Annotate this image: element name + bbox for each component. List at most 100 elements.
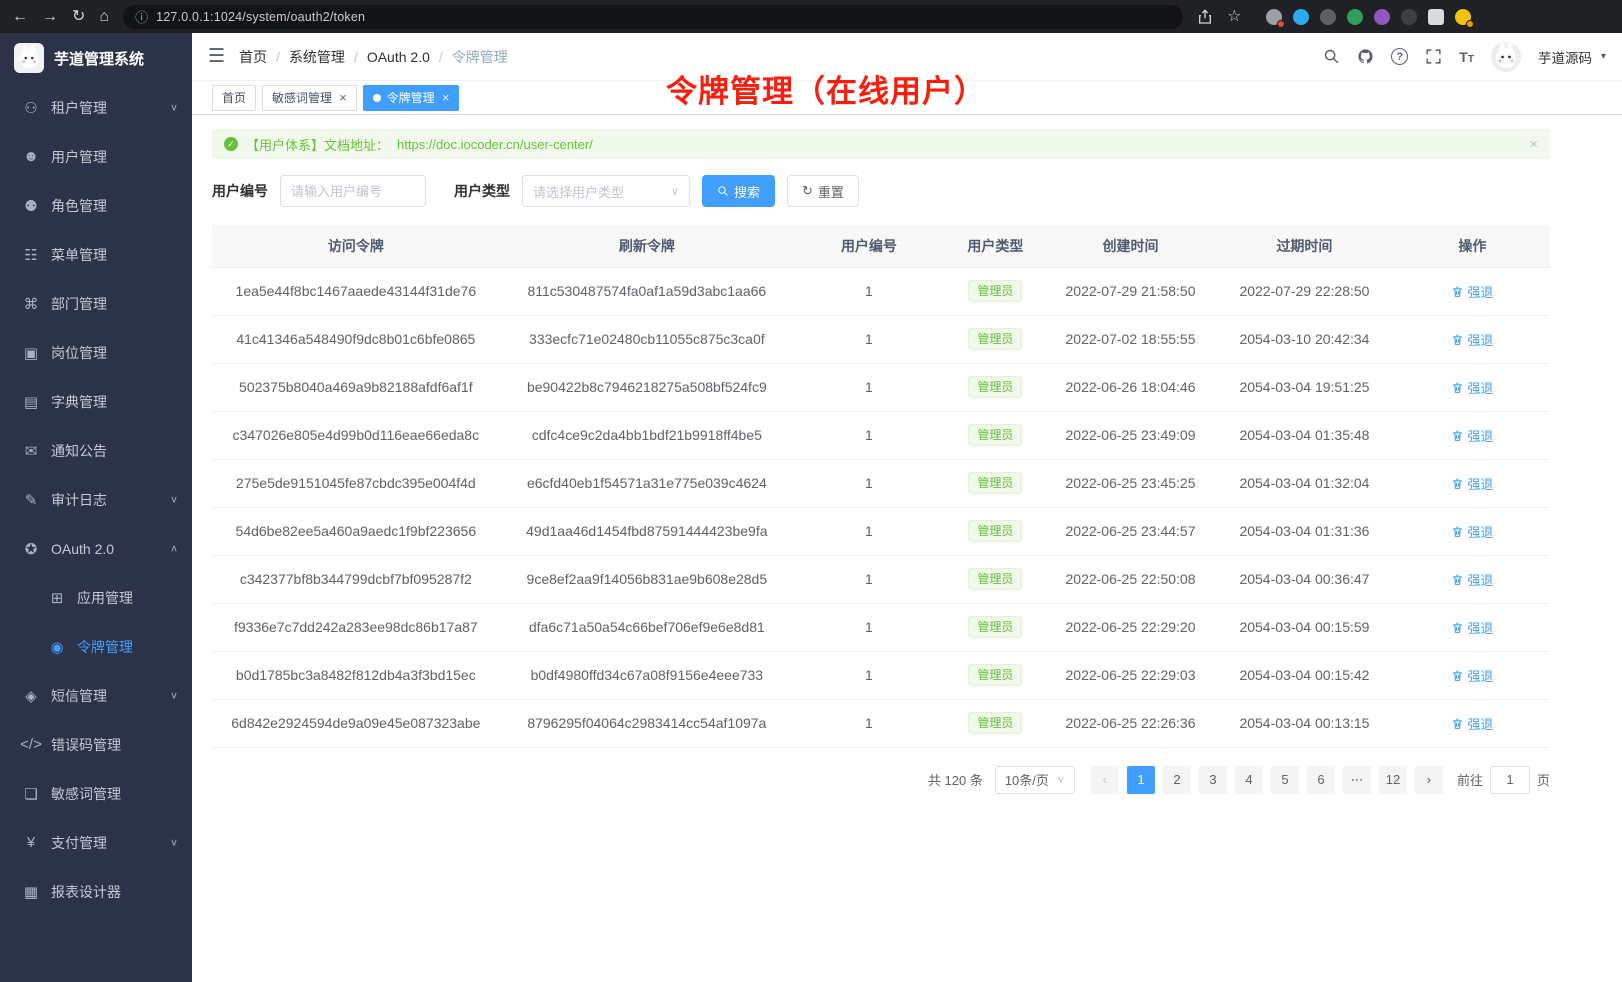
chevron-down-icon: ∨ <box>1057 773 1065 786</box>
site-info-icon[interactable]: ⓘ <box>135 7 148 26</box>
fullscreen-icon[interactable] <box>1425 48 1442 65</box>
page-button[interactable]: 2 <box>1163 766 1191 794</box>
annotation: 令牌管理（在线用户） <box>666 66 986 111</box>
user-type-badge: 管理员 <box>968 472 1022 494</box>
username[interactable]: 芋道源码 <box>1538 47 1592 67</box>
share-icon[interactable] <box>1197 9 1213 25</box>
page-button[interactable]: 5 <box>1271 766 1299 794</box>
action-cell: 强退 <box>1395 651 1550 699</box>
breadcrumb-item[interactable]: OAuth 2.0 <box>367 49 430 65</box>
search-button[interactable]: 搜索 <box>702 175 775 207</box>
goto-page-input[interactable] <box>1490 766 1530 794</box>
action-cell: 强退 <box>1395 267 1550 315</box>
page-button[interactable]: 3 <box>1199 766 1227 794</box>
avatar[interactable] <box>1491 42 1521 72</box>
forward-icon[interactable]: → <box>42 9 58 25</box>
sidebar-item-dict[interactable]: ▤字典管理 <box>0 377 192 426</box>
breadcrumb-separator: / <box>439 49 443 65</box>
sidebar-item-role[interactable]: ⚉角色管理 <box>0 181 192 230</box>
table-row: 502375b8040a469a9b82188afdf6af1fbe90422b… <box>212 363 1550 411</box>
force-logout-button[interactable]: 强退 <box>1451 282 1493 301</box>
force-logout-button[interactable]: 强退 <box>1451 330 1493 349</box>
sidebar-item-menu[interactable]: ☷菜单管理 <box>0 230 192 279</box>
extension-dark-ring-icon[interactable] <box>1320 9 1336 25</box>
sidebar-item-sensitive-word[interactable]: ❏敏感词管理 <box>0 769 192 818</box>
help-icon[interactable]: ? <box>1391 48 1408 65</box>
goto-suffix: 页 <box>1537 770 1550 789</box>
doc-link[interactable]: https://doc.iocoder.cn/user-center/ <box>397 137 593 152</box>
sidebar-item-label: 报表设计器 <box>51 882 121 902</box>
force-logout-button[interactable]: 强退 <box>1451 714 1493 733</box>
sidebar-item-error-code[interactable]: </>错误码管理 <box>0 720 192 769</box>
font-size-icon[interactable]: TT <box>1459 49 1474 65</box>
address-bar[interactable]: ⓘ 127.0.0.1:1024/system/oauth2/token <box>123 5 1183 29</box>
split-view-icon[interactable] <box>1428 9 1444 25</box>
sidebar-item-payment[interactable]: ¥支付管理∨ <box>0 818 192 867</box>
sidebar-item-oauth2[interactable]: ✪OAuth 2.0∧ <box>0 524 192 573</box>
sidebar-item-oauth2-app[interactable]: ⊞应用管理 <box>0 573 192 622</box>
github-icon[interactable] <box>1357 48 1374 65</box>
sidebar-item-dept[interactable]: ⌘部门管理 <box>0 279 192 328</box>
extension-blue-icon[interactable] <box>1293 9 1309 25</box>
collapse-sidebar-icon[interactable]: ☰ <box>208 45 225 68</box>
notice-icon: ✉ <box>20 442 42 460</box>
org-tree-icon: ⌘ <box>20 295 42 313</box>
tab-sensitive-word[interactable]: 敏感词管理× <box>262 85 357 111</box>
sms-shield-icon: ◈ <box>20 687 42 705</box>
profile-avatar-icon[interactable] <box>1455 9 1471 25</box>
back-icon[interactable]: ← <box>12 9 28 25</box>
chevron-down-icon[interactable]: ▾ <box>1601 51 1606 62</box>
force-logout-button[interactable]: 强退 <box>1451 474 1493 493</box>
user-id-input[interactable] <box>280 175 426 207</box>
search-icon[interactable] <box>1323 48 1340 65</box>
sidebar-item-oauth2-token[interactable]: ◉令牌管理 <box>0 622 192 671</box>
force-logout-button[interactable]: 强退 <box>1451 522 1493 541</box>
expire-time-cell: 2054-03-04 00:36:47 <box>1214 555 1395 603</box>
force-logout-button[interactable]: 强退 <box>1451 666 1493 685</box>
next-page-button[interactable]: › <box>1415 766 1443 794</box>
extension-grid-icon[interactable] <box>1266 9 1282 25</box>
force-logout-label: 强退 <box>1467 282 1493 301</box>
close-icon[interactable]: × <box>339 91 347 104</box>
page-button[interactable]: 12 <box>1379 766 1407 794</box>
sidebar-item-post[interactable]: ▣岗位管理 <box>0 328 192 377</box>
breadcrumb-item[interactable]: 系统管理 <box>289 47 345 67</box>
tab-home[interactable]: 首页 <box>212 85 256 111</box>
force-logout-button[interactable]: 强退 <box>1451 618 1493 637</box>
sidebar-item-user[interactable]: ☻用户管理 <box>0 132 192 181</box>
extension-black-icon[interactable] <box>1401 9 1417 25</box>
url-text: 127.0.0.1:1024/system/oauth2/token <box>156 10 365 24</box>
reload-icon[interactable]: ↻ <box>72 9 85 25</box>
user-type-select[interactable]: 请选择用户类型 ∨ <box>522 175 690 207</box>
force-logout-button[interactable]: 强退 <box>1451 426 1493 445</box>
extension-colorful-icon[interactable] <box>1374 9 1390 25</box>
trash-icon <box>1451 525 1464 538</box>
page-button[interactable]: 1 <box>1127 766 1155 794</box>
extension-green-icon[interactable] <box>1347 9 1363 25</box>
prev-page-button[interactable]: ‹ <box>1091 766 1119 794</box>
force-logout-button[interactable]: 强退 <box>1451 570 1493 589</box>
page-button[interactable]: 6 <box>1307 766 1335 794</box>
force-logout-label: 强退 <box>1467 426 1493 445</box>
sidebar-item-report-designer[interactable]: ▦报表设计器 <box>0 867 192 916</box>
create-time-cell: 2022-06-25 22:26:36 <box>1047 699 1214 747</box>
sidebar-item-notice[interactable]: ✉通知公告 <box>0 426 192 475</box>
trash-icon <box>1451 573 1464 586</box>
sidebar-item-tenant[interactable]: ⚇租户管理∨ <box>0 83 192 132</box>
user-id-cell: 1 <box>794 411 944 459</box>
tab-token[interactable]: 令牌管理× <box>363 85 460 111</box>
force-logout-label: 强退 <box>1467 522 1493 541</box>
more-pages-button[interactable]: ⋯ <box>1343 766 1371 794</box>
force-logout-button[interactable]: 强退 <box>1451 378 1493 397</box>
reset-button[interactable]: ↻ 重置 <box>787 175 859 207</box>
close-icon[interactable]: × <box>442 91 450 104</box>
home-icon[interactable]: ⌂ <box>99 9 109 25</box>
breadcrumb-item[interactable]: 首页 <box>239 47 267 67</box>
bookmark-star-icon[interactable]: ☆ <box>1227 9 1241 25</box>
page-button[interactable]: 4 <box>1235 766 1263 794</box>
sidebar-item-audit-log[interactable]: ✎审计日志∨ <box>0 475 192 524</box>
sidebar-item-sms[interactable]: ◈短信管理∨ <box>0 671 192 720</box>
menu-list-icon: ☷ <box>20 246 42 264</box>
close-icon[interactable]: × <box>1529 136 1538 153</box>
page-size-select[interactable]: 10条/页 ∨ <box>995 766 1075 794</box>
